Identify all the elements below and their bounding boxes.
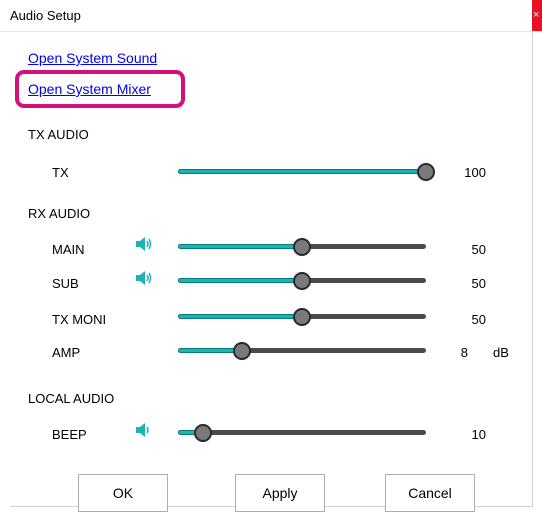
- sub-slider[interactable]: [178, 271, 428, 291]
- open-system-mixer-link[interactable]: Open System Mixer: [28, 81, 151, 97]
- tx-slider[interactable]: [178, 162, 435, 182]
- sub-label: SUB: [52, 276, 79, 291]
- slider-fill: [178, 169, 426, 174]
- slider-fill: [178, 314, 302, 319]
- amp-label: AMP: [52, 345, 81, 360]
- slider-thumb[interactable]: [293, 238, 311, 256]
- slider-fill: [178, 278, 302, 283]
- slider-thumb[interactable]: [293, 308, 311, 326]
- tx-moni-value: 50: [471, 312, 486, 327]
- main-label: MAIN: [52, 242, 85, 257]
- speaker-icon[interactable]: [135, 236, 153, 252]
- slider-thumb[interactable]: [417, 163, 435, 181]
- sub-value: 50: [471, 276, 486, 291]
- window-title: Audio Setup: [10, 8, 81, 23]
- slider-thumb[interactable]: [194, 424, 212, 442]
- beep-value: 10: [471, 427, 486, 442]
- main-slider[interactable]: [178, 237, 428, 257]
- tx-label: TX: [52, 165, 69, 180]
- cancel-button[interactable]: Cancel: [385, 474, 475, 512]
- tx-value: 100: [464, 165, 486, 180]
- tx-moni-slider[interactable]: [178, 307, 428, 327]
- slider-thumb[interactable]: [293, 272, 311, 290]
- section-rx-audio: RX AUDIO: [28, 206, 91, 221]
- main-value: 50: [471, 242, 486, 257]
- slider-thumb[interactable]: [233, 342, 251, 360]
- beep-label: BEEP: [52, 427, 87, 442]
- slider-fill: [178, 244, 302, 249]
- open-system-sound-link[interactable]: Open System Sound: [28, 50, 157, 66]
- beep-slider[interactable]: [178, 423, 428, 443]
- slider-track: [178, 430, 426, 435]
- section-local-audio: LOCAL AUDIO: [28, 391, 115, 406]
- speaker-low-icon[interactable]: [135, 422, 153, 438]
- speaker-icon[interactable]: [135, 270, 153, 286]
- amp-value: 8: [460, 345, 468, 360]
- amp-slider[interactable]: [178, 341, 428, 361]
- apply-button[interactable]: Apply: [235, 474, 325, 512]
- close-icon[interactable]: ×: [532, 0, 542, 31]
- tx-moni-label: TX MONI: [52, 312, 107, 327]
- title-bar: Audio Setup ×: [0, 0, 542, 32]
- amp-unit: dB: [493, 345, 509, 360]
- section-tx-audio: TX AUDIO: [28, 127, 89, 142]
- ok-button[interactable]: OK: [78, 474, 168, 512]
